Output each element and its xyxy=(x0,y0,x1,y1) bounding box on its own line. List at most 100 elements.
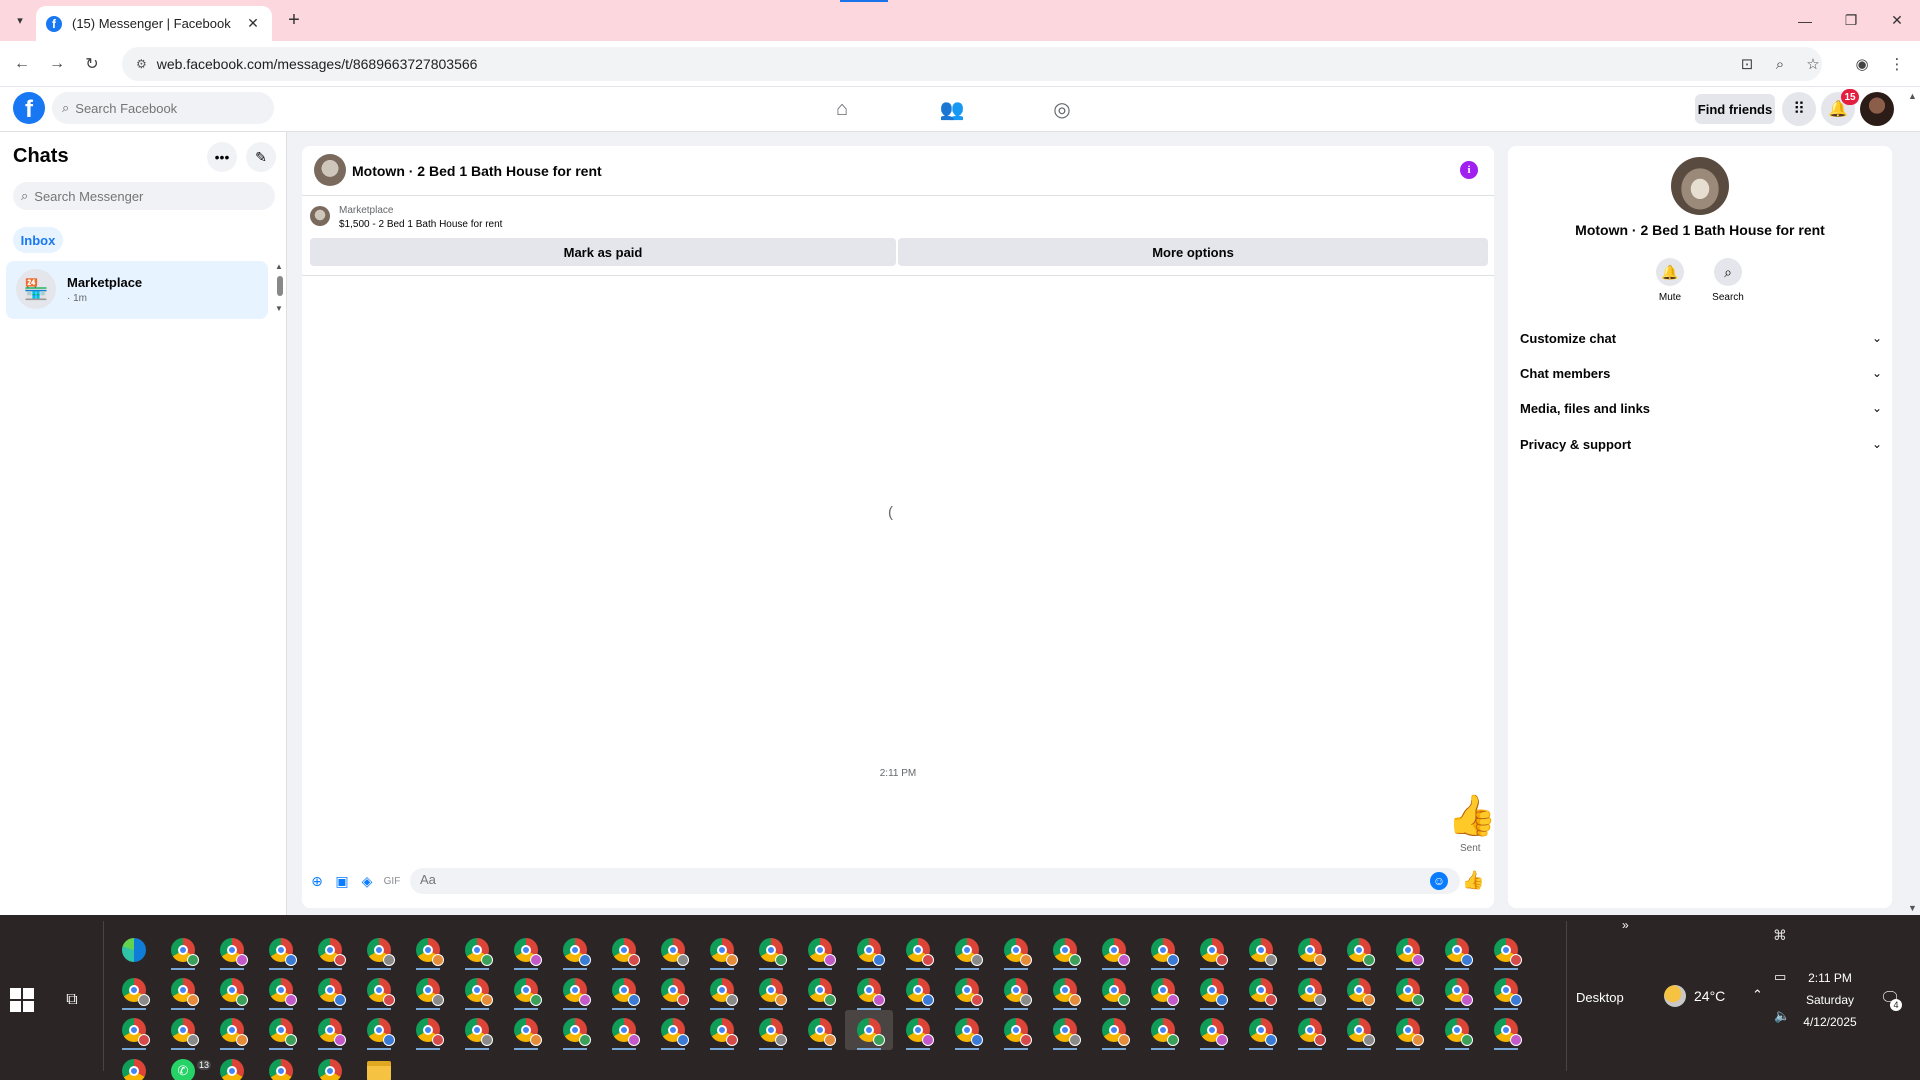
chrome-window-icon[interactable] xyxy=(122,1018,150,1046)
chat-members-row[interactable]: Chat members ⌄ xyxy=(1520,358,1882,388)
chrome-window-icon[interactable] xyxy=(465,978,493,1006)
chrome-window-icon[interactable] xyxy=(416,1018,444,1046)
desktop-toolbar-label[interactable]: Desktop xyxy=(1576,990,1624,1005)
chrome-window-icon[interactable] xyxy=(1298,938,1326,966)
edge-browser-icon[interactable] xyxy=(122,938,146,962)
chrome-window-icon[interactable] xyxy=(1151,1018,1179,1046)
chrome-window-icon[interactable] xyxy=(269,1018,297,1046)
chrome-window-icon[interactable] xyxy=(318,1018,346,1046)
info-icon[interactable]: i xyxy=(1460,161,1478,179)
chrome-window-icon[interactable] xyxy=(563,978,591,1006)
chrome-window-icon[interactable] xyxy=(1396,1018,1424,1046)
weather-widget[interactable]: 24°C xyxy=(1664,985,1725,1007)
chrome-window-icon[interactable] xyxy=(1494,1018,1522,1046)
account-avatar[interactable] xyxy=(1860,92,1894,126)
facebook-search-input[interactable] xyxy=(75,100,256,116)
meet-now-icon[interactable]: ⌘ xyxy=(1773,927,1787,944)
friends-icon[interactable]: 👥 xyxy=(934,94,970,124)
chrome-window-icon[interactable] xyxy=(465,1018,493,1046)
chrome-window-icon[interactable] xyxy=(1004,978,1032,1006)
bell-icon[interactable]: 🔔 xyxy=(1656,258,1684,286)
bookmark-star-icon[interactable]: ☆ xyxy=(1801,52,1825,76)
chrome-window-icon[interactable] xyxy=(1249,938,1277,966)
chrome-window-icon[interactable] xyxy=(1249,1018,1277,1046)
scroll-thumb[interactable] xyxy=(277,276,283,296)
page-scrollbar[interactable]: ▲ ▼ xyxy=(1906,87,1920,915)
gif-icon[interactable]: GIF xyxy=(383,872,401,890)
chrome-window-icon[interactable] xyxy=(1151,938,1179,966)
chrome-window-icon[interactable] xyxy=(1151,978,1179,1006)
chrome-window-icon[interactable] xyxy=(808,1018,836,1046)
chrome-window-icon[interactable] xyxy=(955,1018,983,1046)
restore-icon[interactable]: ❐ xyxy=(1828,0,1874,41)
volume-icon[interactable]: 🔈 xyxy=(1774,1008,1790,1024)
chrome-window-icon[interactable] xyxy=(1298,1018,1326,1046)
chrome-window-icon[interactable] xyxy=(318,938,346,966)
chrome-window-icon[interactable] xyxy=(171,938,199,966)
chrome-window-icon[interactable] xyxy=(1445,1018,1473,1046)
chrome-window-icon[interactable] xyxy=(1200,978,1228,1006)
chrome-window-icon[interactable] xyxy=(318,1059,342,1080)
chat-list-item[interactable]: 🏪 Marketplace · 1m xyxy=(6,261,268,319)
find-friends-button[interactable]: Find friends xyxy=(1695,94,1775,124)
menu-grid-icon[interactable]: ⠿ xyxy=(1782,92,1816,126)
chrome-window-icon[interactable] xyxy=(220,978,248,1006)
scroll-down-icon[interactable]: ▼ xyxy=(1908,903,1917,913)
chrome-window-icon[interactable] xyxy=(1004,938,1032,966)
customize-chat-row[interactable]: Customize chat ⌄ xyxy=(1520,323,1882,353)
chrome-window-icon[interactable] xyxy=(1053,1018,1081,1046)
chrome-window-icon[interactable] xyxy=(710,938,738,966)
chrome-window-icon[interactable] xyxy=(1102,978,1130,1006)
listing-thumbnail[interactable] xyxy=(310,206,330,226)
chrome-window-icon[interactable] xyxy=(808,938,836,966)
close-tab-icon[interactable]: ✕ xyxy=(244,15,262,32)
chrome-window-icon[interactable] xyxy=(1053,938,1081,966)
tab-search-dropdown-icon[interactable]: ▾ xyxy=(8,10,32,30)
chrome-window-icon[interactable] xyxy=(1102,938,1130,966)
chrome-window-icon[interactable] xyxy=(122,1059,146,1080)
chrome-window-icon[interactable] xyxy=(857,1018,885,1046)
messenger-search-input[interactable] xyxy=(34,188,255,204)
profile-icon[interactable]: ◉ xyxy=(1850,52,1874,76)
chrome-window-icon[interactable] xyxy=(514,938,542,966)
chrome-window-icon[interactable] xyxy=(955,938,983,966)
groups-icon[interactable]: ◎ xyxy=(1044,94,1080,124)
chrome-window-icon[interactable] xyxy=(661,1018,689,1046)
chat-options-icon[interactable]: ••• xyxy=(207,142,237,172)
facebook-search[interactable]: ⌕ xyxy=(52,92,274,124)
media-files-links-row[interactable]: Media, files and links ⌄ xyxy=(1520,393,1882,423)
inbox-filter-button[interactable]: Inbox xyxy=(13,227,63,253)
chrome-window-icon[interactable] xyxy=(220,938,248,966)
mark-as-paid-button[interactable]: Mark as paid xyxy=(310,238,896,266)
network-icon[interactable]: ▭ xyxy=(1774,969,1786,985)
chrome-window-icon[interactable] xyxy=(759,978,787,1006)
chat-info-avatar[interactable] xyxy=(1671,157,1729,215)
scroll-up-icon[interactable]: ▲ xyxy=(1908,91,1917,101)
chrome-window-icon[interactable] xyxy=(612,978,640,1006)
scroll-up-icon[interactable]: ▲ xyxy=(275,262,283,271)
windows-start-icon[interactable] xyxy=(10,988,34,1012)
site-info-icon[interactable]: ⚙ xyxy=(136,57,147,71)
send-like-icon[interactable]: 👍 xyxy=(1462,870,1484,891)
chrome-window-icon[interactable] xyxy=(269,978,297,1006)
chrome-window-icon[interactable] xyxy=(808,978,836,1006)
chrome-window-icon[interactable] xyxy=(1200,1018,1228,1046)
new-tab-button[interactable]: + xyxy=(282,8,306,32)
chrome-window-icon[interactable] xyxy=(955,978,983,1006)
chrome-window-icon[interactable] xyxy=(857,978,885,1006)
chrome-window-icon[interactable] xyxy=(759,938,787,966)
chrome-window-icon[interactable] xyxy=(759,1018,787,1046)
chrome-window-icon[interactable] xyxy=(367,1018,395,1046)
conversation-title[interactable]: Motown · 2 Bed 1 Bath House for rent xyxy=(352,163,602,179)
close-window-icon[interactable]: ✕ xyxy=(1874,0,1920,41)
chrome-window-icon[interactable] xyxy=(612,1018,640,1046)
chrome-window-icon[interactable] xyxy=(122,978,150,1006)
messenger-search[interactable]: ⌕ xyxy=(13,182,275,210)
file-explorer-icon[interactable] xyxy=(367,1061,391,1080)
chrome-window-icon[interactable] xyxy=(171,1018,199,1046)
chrome-window-icon[interactable] xyxy=(906,938,934,966)
search-action[interactable]: ⌕ Search xyxy=(1698,258,1758,303)
chrome-window-icon[interactable] xyxy=(1102,1018,1130,1046)
message-input-wrap[interactable] xyxy=(410,868,1460,894)
chrome-window-icon[interactable] xyxy=(1396,938,1424,966)
